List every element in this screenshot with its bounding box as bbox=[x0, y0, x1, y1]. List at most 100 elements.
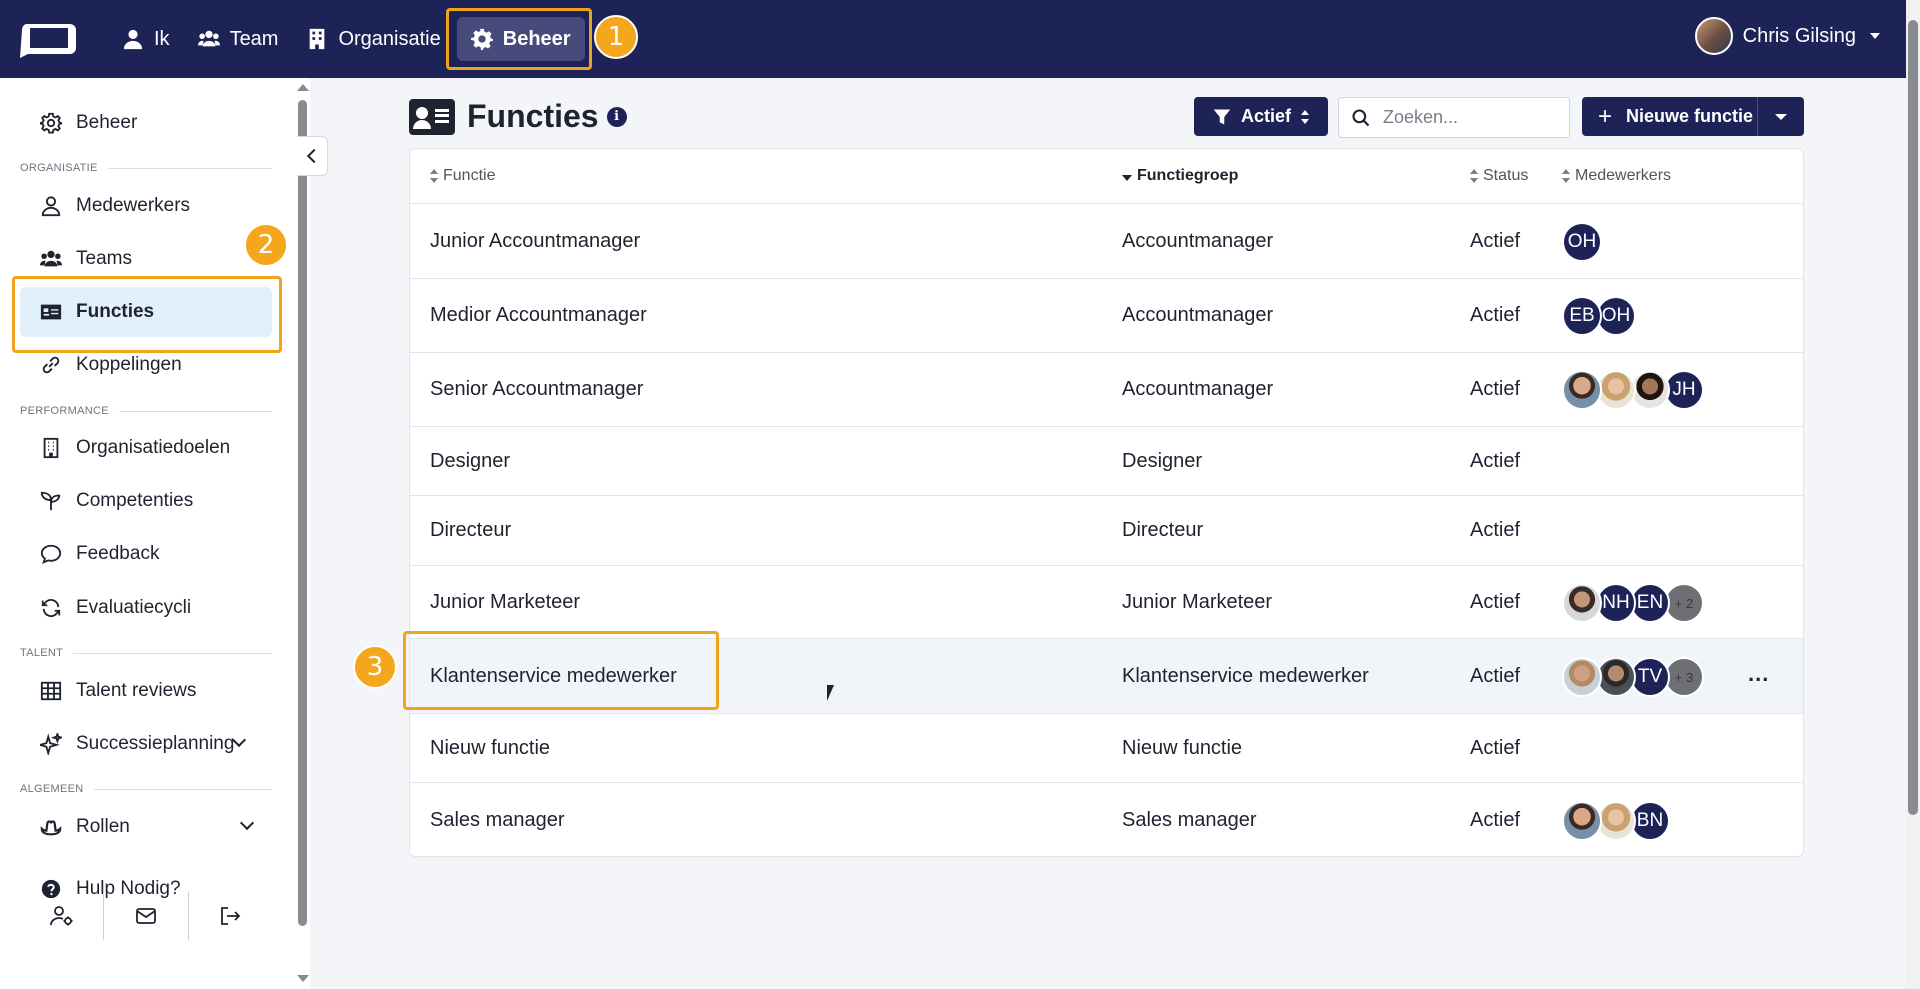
avatar[interactable] bbox=[1596, 657, 1636, 697]
sidebar-item-beheer[interactable]: Beheer bbox=[20, 98, 272, 148]
user-settings-button[interactable] bbox=[20, 892, 105, 940]
column-header-medewerkers[interactable]: Medewerkers bbox=[1562, 167, 1671, 185]
table-row[interactable]: Senior Accountmanager Accountmanager Actie… bbox=[410, 353, 1803, 427]
avatar[interactable] bbox=[1562, 370, 1602, 410]
column-header-functiegroep[interactable]: Functiegroep bbox=[1122, 167, 1238, 185]
cell-functie: Designer bbox=[430, 450, 511, 472]
main-nav: Ik Team Organisatie Beheer bbox=[108, 0, 585, 78]
sidebar-item-medewerkers[interactable]: Medewerkers bbox=[20, 181, 272, 231]
user-icon bbox=[123, 29, 143, 50]
avatar-group[interactable]: OH bbox=[1562, 222, 1602, 262]
avatar[interactable]: OH bbox=[1562, 222, 1602, 262]
sidebar-item-label: Rollen bbox=[76, 816, 130, 837]
new-function-button[interactable]: + Nieuwe functie bbox=[1582, 97, 1758, 136]
section-label-talent: TALENT bbox=[20, 647, 272, 659]
avatar-group[interactable]: BN bbox=[1562, 801, 1670, 841]
cell-functiegroep: Accountmanager bbox=[1122, 378, 1274, 400]
avatar-group[interactable]: EB OH bbox=[1562, 296, 1636, 336]
nav-item-ik[interactable]: Ik bbox=[108, 17, 184, 61]
table-row[interactable]: Klantenservice medewerker Klantenservice … bbox=[410, 639, 1803, 714]
app-logo-icon[interactable] bbox=[18, 18, 78, 60]
cell-status: Actief bbox=[1470, 737, 1521, 759]
building-icon bbox=[43, 437, 59, 459]
sidebar-item-evaluatiecycli[interactable]: Evaluatiecycli bbox=[20, 583, 272, 633]
cell-functiegroep: Nieuw functie bbox=[1122, 737, 1243, 759]
avatar[interactable]: EB bbox=[1562, 296, 1602, 336]
sidebar-item-koppelingen[interactable]: Koppelingen bbox=[20, 340, 272, 390]
cell-functie: Sales manager bbox=[430, 809, 565, 831]
avatar[interactable] bbox=[1562, 801, 1602, 841]
avatar[interactable] bbox=[1562, 657, 1602, 697]
scroll-up-arrow-icon[interactable] bbox=[297, 84, 309, 91]
new-function-label: Nieuwe functie bbox=[1626, 106, 1754, 126]
sidebar-item-talent-reviews[interactable]: Talent reviews bbox=[20, 666, 272, 716]
avatar[interactable]: BN bbox=[1630, 801, 1670, 841]
avatar[interactable]: TV bbox=[1630, 657, 1670, 697]
column-header-status[interactable]: Status bbox=[1470, 167, 1528, 185]
info-icon[interactable]: i bbox=[606, 106, 627, 127]
cell-status: Actief bbox=[1470, 304, 1521, 326]
new-function-dropdown-toggle[interactable] bbox=[1758, 97, 1804, 136]
page-scrollbar-thumb[interactable] bbox=[1908, 20, 1918, 815]
nav-item-beheer[interactable]: Beheer bbox=[456, 17, 585, 61]
avatar-group[interactable]: NH EN + 2 bbox=[1562, 583, 1704, 623]
sidebar-item-teams[interactable]: Teams bbox=[20, 234, 272, 284]
logout-button[interactable] bbox=[189, 892, 272, 940]
avatar[interactable]: JH bbox=[1664, 370, 1704, 410]
status-filter-button[interactable]: Actief bbox=[1194, 97, 1328, 136]
sidebar-scrollbar-thumb[interactable] bbox=[298, 100, 307, 926]
avatar[interactable] bbox=[1630, 370, 1670, 410]
logout-icon bbox=[221, 907, 241, 925]
avatar-overflow-count[interactable]: + 3 bbox=[1664, 657, 1704, 697]
avatar[interactable] bbox=[1562, 583, 1602, 623]
plus-icon: + bbox=[1598, 102, 1613, 130]
sort-icon bbox=[1301, 109, 1309, 124]
table-row[interactable]: Directeur Directeur Actief bbox=[410, 496, 1803, 566]
mouse-cursor-icon bbox=[827, 685, 834, 701]
top-navbar: Ik Team Organisatie Beheer Chris Gilsing bbox=[0, 0, 1920, 78]
cell-functie: Senior Accountmanager bbox=[430, 378, 644, 400]
cell-functiegroep: Junior Marketeer bbox=[1122, 591, 1273, 613]
sidebar-item-successieplanning[interactable]: Successieplanning bbox=[20, 719, 272, 769]
cell-functie: Klantenservice medewerker bbox=[430, 665, 677, 687]
sidebar-item-organisatiedoelen[interactable]: Organisatiedoelen bbox=[20, 423, 272, 473]
filter-label: Actief bbox=[1240, 106, 1291, 126]
sidebar-item-feedback[interactable]: Feedback bbox=[20, 529, 272, 579]
sidebar-footer bbox=[20, 888, 272, 944]
sidebar-item-label: Beheer bbox=[76, 112, 138, 133]
section-label-organisatie: ORGANISATIE bbox=[20, 162, 272, 174]
table-row[interactable]: Junior Accountmanager Accountmanager Actie… bbox=[410, 205, 1803, 279]
avatar-group[interactable]: TV + 3 bbox=[1562, 657, 1704, 697]
avatar[interactable] bbox=[1596, 801, 1636, 841]
table-row[interactable]: Sales manager Sales manager Actief BN bbox=[410, 783, 1803, 858]
messages-button[interactable] bbox=[104, 892, 189, 940]
user-menu[interactable]: Chris Gilsing bbox=[1694, 17, 1880, 55]
nav-item-team[interactable]: Team bbox=[184, 17, 293, 61]
nav-item-label: Team bbox=[229, 27, 279, 50]
avatar[interactable]: NH bbox=[1596, 583, 1636, 623]
avatar[interactable]: OH bbox=[1596, 296, 1636, 336]
page-title-text: Functies bbox=[467, 98, 599, 134]
avatar[interactable]: EN bbox=[1630, 583, 1670, 623]
table-row[interactable]: Nieuw functie Nieuw functie Actief bbox=[410, 714, 1803, 783]
avatar[interactable] bbox=[1596, 370, 1636, 410]
chevron-down-icon bbox=[239, 815, 255, 831]
table-row[interactable]: Medior Accountmanager Accountmanager Actie… bbox=[410, 279, 1803, 353]
avatar-group[interactable]: JH bbox=[1562, 370, 1704, 410]
sidebar-item-competenties[interactable]: Competenties bbox=[20, 476, 272, 526]
sidebar-item-label: Successieplanning bbox=[76, 733, 235, 754]
search-input[interactable] bbox=[1383, 107, 1553, 128]
column-header-functie[interactable]: Functie bbox=[430, 167, 495, 185]
more-actions-button[interactable]: ... bbox=[1748, 661, 1769, 687]
seedling-icon bbox=[40, 491, 61, 511]
table-row[interactable]: Designer Designer Actief bbox=[410, 427, 1803, 496]
avatar-overflow-count[interactable]: + 2 bbox=[1664, 583, 1704, 623]
table-row[interactable]: Junior Marketeer Junior Marketeer Actief NH… bbox=[410, 566, 1803, 639]
sidebar-item-functies[interactable]: Functies bbox=[20, 287, 272, 337]
collapse-sidebar-button[interactable] bbox=[297, 136, 328, 176]
scroll-down-arrow-icon[interactable] bbox=[297, 975, 309, 982]
nav-item-organisatie[interactable]: Organisatie bbox=[292, 17, 454, 61]
cell-functiegroep: Designer bbox=[1122, 450, 1203, 472]
page-title: Functies i bbox=[409, 98, 627, 135]
sidebar-item-rollen[interactable]: Rollen bbox=[20, 802, 272, 852]
